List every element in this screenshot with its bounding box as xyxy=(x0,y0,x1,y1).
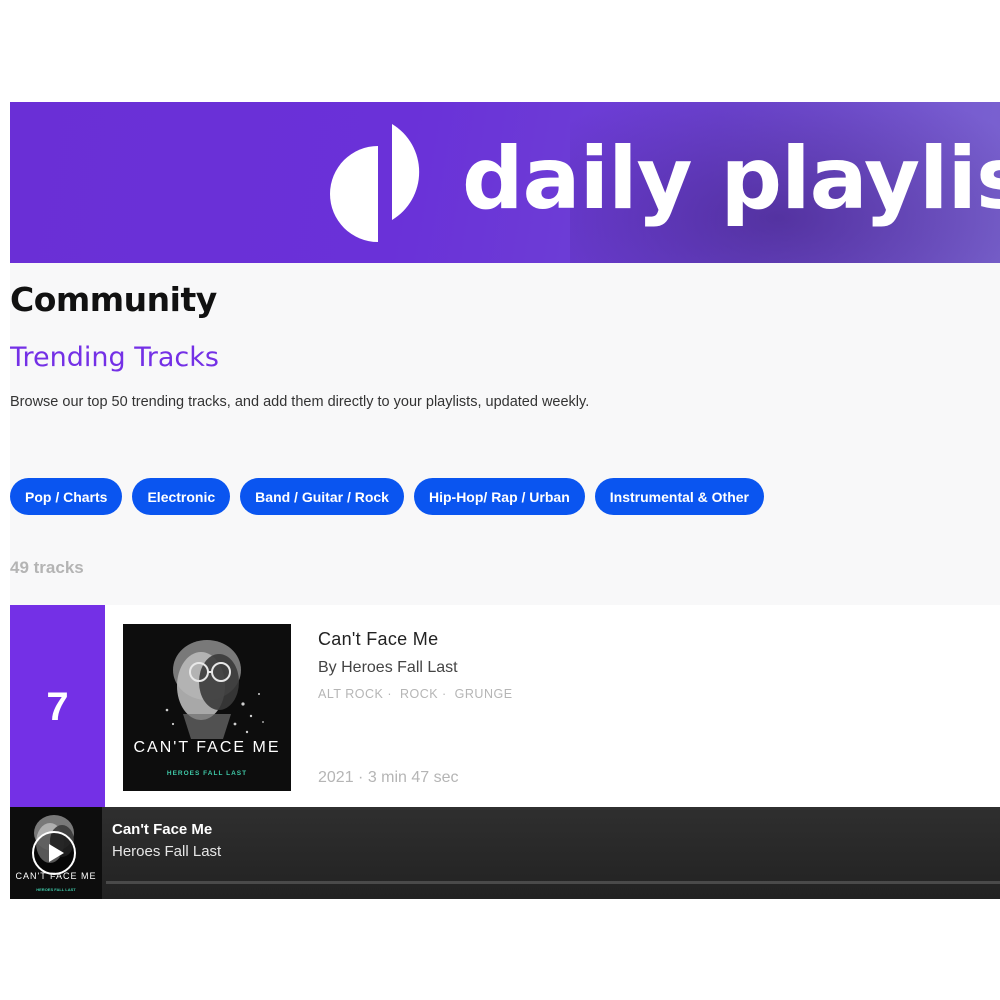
tag-separator: · xyxy=(383,687,400,701)
album-cover-title: CAN'T FACE ME xyxy=(134,739,281,756)
daily-playlists-logo-icon xyxy=(330,124,420,242)
album-cover[interactable]: CAN'T FACE ME HEROES FALL LAST xyxy=(123,624,291,791)
section-title: Community xyxy=(10,280,217,319)
audio-player-bar: CAN'T FACE ME HEROES FALL LAST Can't Fac… xyxy=(10,807,1000,899)
genre-filter-chips: Pop / Charts Electronic Band / Guitar / … xyxy=(10,478,765,515)
site-banner[interactable]: daily playlist xyxy=(10,102,1000,263)
playback-progress-bar[interactable] xyxy=(106,881,1000,884)
track-tag[interactable]: ALT ROCK xyxy=(318,687,383,701)
album-cover-band: HEROES FALL LAST xyxy=(167,770,247,777)
track-rank-box: 7 xyxy=(10,605,105,810)
track-tag[interactable]: GRUNGE xyxy=(455,687,513,701)
track-year-duration: 2021 · 3 min 47 sec xyxy=(318,769,459,786)
track-tag[interactable]: ROCK xyxy=(400,687,438,701)
track-rank: 7 xyxy=(46,685,69,729)
player-album-cover: CAN'T FACE ME HEROES FALL LAST xyxy=(10,807,102,899)
player-cover-band: HEROES FALL LAST xyxy=(36,887,76,892)
page-description: Browse our top 50 trending tracks, and a… xyxy=(10,394,590,410)
genre-chip-pop-charts[interactable]: Pop / Charts xyxy=(10,478,123,515)
site-wordmark: daily playlist xyxy=(462,129,1000,229)
player-track-title[interactable]: Can't Face Me xyxy=(112,821,212,838)
track-tags: ALT ROCK · ROCK · GRUNGE xyxy=(318,687,513,701)
page-title: Trending Tracks xyxy=(10,342,219,373)
page-frame: daily playlist Community Trending Tracks… xyxy=(10,102,1000,899)
track-card[interactable]: 7 CAN'T FACE ME HEROES FALL LAST Can't F… xyxy=(10,605,1000,810)
genre-chip-electronic[interactable]: Electronic xyxy=(132,478,231,515)
play-button[interactable] xyxy=(32,831,76,875)
tag-separator: · xyxy=(438,687,455,701)
album-cover-art: CAN'T FACE ME HEROES FALL LAST xyxy=(123,624,291,791)
genre-chip-hiphop-rap-urban[interactable]: Hip-Hop/ Rap / Urban xyxy=(413,478,585,515)
track-artist[interactable]: By Heroes Fall Last xyxy=(318,659,458,677)
genre-chip-instrumental-other[interactable]: Instrumental & Other xyxy=(594,478,765,515)
genre-chip-band-guitar-rock[interactable]: Band / Guitar / Rock xyxy=(240,478,404,515)
track-count: 49 tracks xyxy=(10,558,84,577)
player-track-artist[interactable]: Heroes Fall Last xyxy=(112,843,221,860)
track-title[interactable]: Can't Face Me xyxy=(318,629,438,650)
